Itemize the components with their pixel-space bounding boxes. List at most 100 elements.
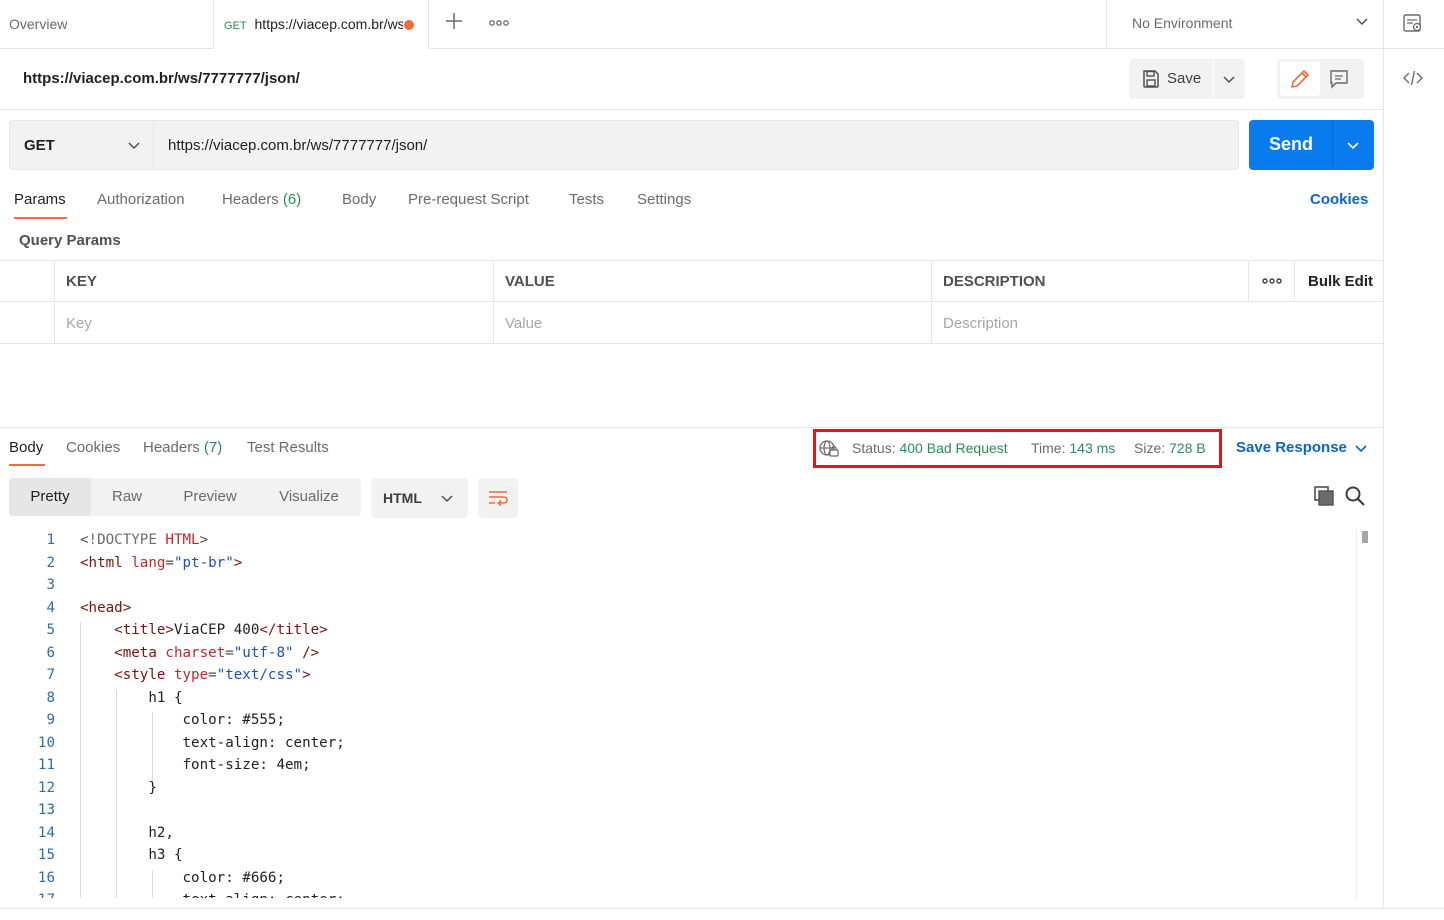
save-options-chevron-icon[interactable] — [1221, 71, 1237, 91]
editor-scrollbar-track[interactable] — [1356, 530, 1357, 898]
right-sidebar-divider — [1383, 49, 1384, 909]
description-input[interactable]: Description — [931, 303, 1383, 344]
size-value: 728 B — [1169, 440, 1206, 456]
tab-pre-request-script[interactable]: Pre-request Script — [408, 191, 529, 208]
indent-guide — [80, 622, 81, 898]
tab-headers-count: (6) — [282, 191, 302, 208]
time-readout[interactable]: Time: 143 ms — [1031, 440, 1115, 456]
chevron-down-icon — [1355, 14, 1369, 31]
tab-authorization[interactable]: Authorization — [97, 191, 185, 208]
tab-settings[interactable]: Settings — [637, 191, 691, 208]
environment-selector[interactable]: No Environment — [1106, 0, 1384, 48]
method-select[interactable]: GET — [9, 120, 153, 170]
wrap-lines-button[interactable] — [478, 478, 518, 518]
pencil-icon[interactable] — [1280, 62, 1320, 96]
size-readout[interactable]: Size: 728 B — [1134, 440, 1206, 456]
code-line: text-align: center; — [80, 892, 344, 898]
tab-bar: Overview GET https://viacep.com.br/ws/77… — [0, 0, 1444, 49]
size-label: Size: — [1134, 440, 1166, 456]
send-options-chevron-icon[interactable] — [1345, 137, 1361, 157]
column-value: VALUE — [493, 261, 931, 302]
query-params-table: KEY VALUE DESCRIPTION Bulk Edit Key Valu… — [0, 260, 1383, 344]
request-tabs: Params Authorization Headers (6) Body Pr… — [0, 186, 1383, 222]
line-number: 17 — [0, 892, 55, 898]
editor-scrollbar-thumb[interactable] — [1362, 531, 1368, 543]
table-row: Key Value Description — [0, 303, 1383, 344]
comment-icon[interactable] — [1328, 68, 1350, 94]
line-number: 12 — [37, 779, 55, 796]
view-preview[interactable]: Preview — [169, 478, 251, 516]
method-value: GET — [24, 137, 55, 154]
ellipsis-icon[interactable] — [1248, 261, 1295, 302]
view-visualize[interactable]: Visualize — [267, 478, 351, 516]
chevron-down-icon — [440, 491, 454, 508]
status-bar — [0, 908, 1444, 920]
response-tab-test-results[interactable]: Test Results — [247, 439, 329, 456]
tab-headers[interactable]: Headers (6) — [222, 191, 301, 208]
line-number: 9 — [46, 712, 55, 728]
table-header-row: KEY VALUE DESCRIPTION Bulk Edit — [0, 261, 1383, 302]
code-line: color: #666; — [80, 869, 285, 886]
tab-tests[interactable]: Tests — [569, 191, 604, 208]
view-raw[interactable]: Raw — [99, 478, 155, 516]
line-number: 4 — [46, 599, 55, 616]
ellipsis-icon[interactable] — [487, 14, 511, 32]
tab-method: GET — [224, 20, 247, 32]
key-input[interactable]: Key — [54, 303, 493, 344]
request-name[interactable]: https://viacep.com.br/ws/7777777/json/ — [23, 70, 300, 87]
column-key: KEY — [54, 261, 493, 302]
network-globe-icon[interactable] — [818, 439, 840, 463]
code-icon[interactable] — [1402, 68, 1426, 90]
active-tab-indicator — [14, 217, 67, 219]
value-input[interactable]: Value — [493, 303, 931, 344]
code-line: <title>ViaCEP 400</title> — [114, 622, 328, 638]
line-number: 11 — [37, 757, 55, 773]
cookies-link[interactable]: Cookies — [1310, 191, 1368, 208]
view-pretty[interactable]: Pretty — [9, 478, 91, 516]
code-line: <html lang="pt-br"> — [80, 554, 243, 571]
response-tab-body[interactable]: Body — [9, 439, 43, 456]
save-response-button[interactable]: Save Response — [1236, 439, 1347, 456]
send-label: Send — [1269, 134, 1314, 154]
copy-icon[interactable] — [1313, 485, 1335, 511]
line-number: 10 — [37, 734, 55, 751]
chevron-down-icon[interactable] — [1354, 441, 1368, 459]
response-meta-highlight: Status: 400 Bad Request Time: 143 ms Siz… — [813, 429, 1222, 468]
code-line: <head> — [80, 599, 132, 616]
code-line: <!DOCTYPE HTML> — [80, 532, 209, 548]
response-pane-divider[interactable] — [0, 427, 1383, 428]
environment-quick-look-icon[interactable] — [1402, 12, 1426, 36]
line-number: 3 — [46, 577, 55, 593]
response-tab-headers[interactable]: Headers (7) — [143, 439, 222, 456]
code-line: h3 { — [80, 847, 183, 863]
response-tab-headers-label: Headers — [143, 439, 200, 456]
status-readout[interactable]: Status: 400 Bad Request — [852, 440, 1008, 456]
search-icon[interactable] — [1344, 485, 1366, 511]
save-button[interactable]: Save — [1129, 59, 1245, 99]
url-input[interactable]: https://viacep.com.br/ws/7777777/json/ — [153, 120, 1239, 170]
line-number: 6 — [46, 644, 55, 661]
tab-request-active[interactable]: GET https://viacep.com.br/ws/7777777/jso… — [214, 0, 429, 49]
code-line: h2, — [80, 824, 174, 841]
code-line: text-align: center; — [80, 734, 345, 751]
send-button[interactable]: Send — [1249, 120, 1374, 170]
plus-icon[interactable] — [444, 12, 464, 34]
code-line: font-size: 4em; — [80, 757, 311, 773]
unsaved-changes-dot — [404, 20, 414, 30]
line-number: 5 — [46, 622, 55, 638]
tab-params[interactable]: Params — [14, 191, 66, 208]
line-number: 16 — [37, 869, 55, 886]
tab-body[interactable]: Body — [342, 191, 376, 208]
time-label: Time: — [1031, 440, 1066, 456]
format-select[interactable]: HTML — [371, 478, 468, 518]
bulk-edit-link[interactable]: Bulk Edit — [1308, 273, 1373, 290]
response-tab-cookies[interactable]: Cookies — [66, 439, 120, 456]
tab-url: https://viacep.com.br/ws/7777777/json/ — [254, 16, 403, 32]
wrap-lines-icon — [489, 491, 508, 507]
tab-overview[interactable]: Overview — [0, 0, 214, 48]
code-line: color: #555; — [80, 712, 285, 728]
indent-guide — [152, 712, 153, 780]
line-number: 1 — [46, 532, 55, 548]
response-body-editor[interactable]: 1 <!DOCTYPE HTML> 2 <html lang="pt-br"> 3 4 <h… — [0, 530, 1372, 898]
edit-mode-toggle[interactable] — [1277, 59, 1364, 99]
